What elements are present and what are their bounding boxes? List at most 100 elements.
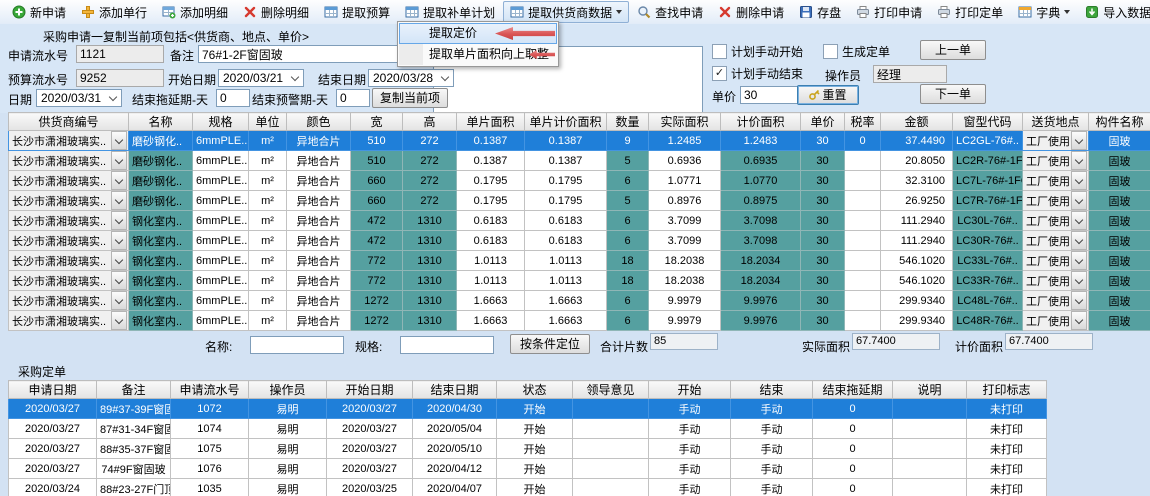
cell[interactable]: 0.1795 — [525, 191, 607, 211]
cell[interactable]: 手动 — [731, 399, 813, 419]
cell[interactable]: 异地合片 — [287, 171, 351, 191]
cell[interactable]: m² — [249, 251, 287, 271]
cell[interactable]: m² — [249, 191, 287, 211]
cell[interactable]: 0.6183 — [525, 231, 607, 251]
cell[interactable]: 固玻 — [1089, 231, 1150, 251]
cell[interactable]: 手动 — [731, 459, 813, 479]
cell[interactable]: 6mmPLE.. — [193, 251, 249, 271]
cell[interactable] — [893, 459, 967, 479]
toolbar-button[interactable]: 提取预算 — [317, 1, 397, 23]
cell[interactable]: 1310 — [403, 231, 457, 251]
cell[interactable]: 1072 — [171, 399, 249, 419]
toolbar-button[interactable]: 删除明细 — [236, 1, 316, 23]
copy-current-button[interactable]: 复制当前项 — [372, 88, 448, 108]
combo-arrow-icon[interactable] — [1071, 291, 1087, 310]
cell[interactable]: 272 — [403, 171, 457, 191]
cell[interactable]: 772 — [351, 251, 403, 271]
cell[interactable]: 30 — [801, 171, 845, 191]
cell[interactable]: 299.9340 — [881, 291, 953, 311]
cell[interactable]: 1.0771 — [649, 171, 721, 191]
cell[interactable]: 18.2038 — [649, 251, 721, 271]
combo-arrow-icon[interactable] — [1071, 151, 1087, 170]
cell[interactable] — [845, 211, 881, 231]
cell[interactable]: 开始 — [497, 439, 573, 459]
cell[interactable]: 固玻 — [1089, 151, 1150, 171]
cell[interactable]: 手动 — [649, 459, 731, 479]
cell[interactable]: 工厂使用 — [1023, 211, 1089, 231]
cell[interactable]: 未打印 — [967, 439, 1047, 459]
cell[interactable]: 钢化室内.. — [129, 211, 193, 231]
cell[interactable] — [893, 479, 967, 496]
cell[interactable]: LC7L-76#-1FO — [953, 171, 1023, 191]
cell[interactable]: 磨砂钢化.. — [129, 131, 193, 151]
cell[interactable]: 长沙市潇湘玻璃实.. — [9, 191, 129, 211]
cell[interactable]: 272 — [403, 151, 457, 171]
cell[interactable]: 1076 — [171, 459, 249, 479]
cell[interactable]: 开始 — [497, 419, 573, 439]
combo-arrow-icon[interactable] — [111, 191, 127, 210]
column-header[interactable]: 单片面积 — [457, 113, 525, 131]
cell[interactable]: 0 — [813, 479, 893, 496]
column-header[interactable]: 构件名称 — [1089, 113, 1150, 131]
cell[interactable]: 手动 — [649, 419, 731, 439]
cell[interactable]: 异地合片 — [287, 191, 351, 211]
cell[interactable] — [573, 399, 649, 419]
cell[interactable]: 9.9979 — [649, 311, 721, 331]
cell[interactable]: 钢化室内.. — [129, 251, 193, 271]
cell[interactable]: 固玻 — [1089, 211, 1150, 231]
table-row[interactable]: 长沙市潇湘玻璃实..磨砂钢化..6mmPLE..m²异地合片6602720.17… — [9, 191, 1150, 211]
date-combo[interactable]: 2020/03/31 — [36, 89, 122, 107]
cell[interactable]: 88#35-37F窗固玻 — [97, 439, 171, 459]
column-header[interactable]: 申请流水号 — [171, 381, 249, 399]
cell[interactable]: 111.2940 — [881, 211, 953, 231]
cell[interactable]: 2020/03/27 — [9, 399, 97, 419]
cell[interactable]: 钢化室内.. — [129, 271, 193, 291]
cell[interactable]: 18.2034 — [721, 251, 801, 271]
cell[interactable]: LC30R-76#.. — [953, 231, 1023, 251]
name-filter-input[interactable] — [250, 336, 344, 354]
cell[interactable] — [573, 459, 649, 479]
cell[interactable]: 2020/03/24 — [9, 479, 97, 496]
cell[interactable]: 工厂使用 — [1023, 251, 1089, 271]
cell[interactable]: 1310 — [403, 271, 457, 291]
cell[interactable]: 1.0113 — [457, 251, 525, 271]
cell[interactable]: 2020/03/27 — [327, 459, 413, 479]
cell[interactable]: 0.1387 — [525, 151, 607, 171]
toolbar-button[interactable]: 查找申请 — [630, 1, 710, 23]
combo-arrow-icon[interactable] — [1071, 311, 1087, 330]
cell[interactable]: 工厂使用 — [1023, 291, 1089, 311]
combo-arrow-icon[interactable] — [111, 311, 127, 330]
cell[interactable]: 2020/04/12 — [413, 459, 497, 479]
column-header[interactable]: 单价 — [801, 113, 845, 131]
column-header[interactable]: 高 — [403, 113, 457, 131]
cell[interactable]: 长沙市潇湘玻璃实.. — [9, 131, 129, 151]
cell[interactable]: 异地合片 — [287, 311, 351, 331]
cell[interactable]: 89#37-39F窗固玻 — [97, 399, 171, 419]
column-header[interactable]: 备注 — [97, 381, 171, 399]
cell[interactable]: m² — [249, 231, 287, 251]
table-row[interactable]: 长沙市潇湘玻璃实..钢化室内..6mmPLE..m²异地合片47213100.6… — [9, 231, 1150, 251]
cell[interactable] — [893, 439, 967, 459]
cell[interactable]: 工厂使用 — [1023, 151, 1089, 171]
cell[interactable]: 26.9250 — [881, 191, 953, 211]
cell[interactable]: 0.8975 — [721, 191, 801, 211]
column-header[interactable]: 开始日期 — [327, 381, 413, 399]
cell[interactable]: 272 — [403, 191, 457, 211]
cell[interactable]: 88#23-27F门顶玻 — [97, 479, 171, 496]
cell[interactable]: 0 — [813, 439, 893, 459]
cell[interactable]: 工厂使用 — [1023, 271, 1089, 291]
combo-arrow-icon[interactable] — [111, 231, 127, 250]
cell[interactable]: 钢化室内.. — [129, 311, 193, 331]
cell[interactable]: LC2GL-76#.. — [953, 131, 1023, 151]
cell[interactable]: 510 — [351, 151, 403, 171]
toolbar-button[interactable]: 添加明细 — [155, 1, 235, 23]
plan-manual-start-checkbox[interactable]: 计划手动开始 — [712, 43, 803, 60]
combo-arrow-icon[interactable] — [111, 211, 127, 230]
cell[interactable]: 6 — [607, 211, 649, 231]
cell[interactable]: 易明 — [249, 419, 327, 439]
locate-by-condition-button[interactable]: 按条件定位 — [510, 334, 590, 354]
cell[interactable]: 6mmPLE.. — [193, 291, 249, 311]
cell[interactable]: 0.1795 — [525, 171, 607, 191]
table-row[interactable]: 2020/03/2788#35-37F窗固玻1075易明2020/03/2720… — [9, 439, 1047, 459]
cell[interactable]: 工厂使用 — [1023, 311, 1089, 331]
